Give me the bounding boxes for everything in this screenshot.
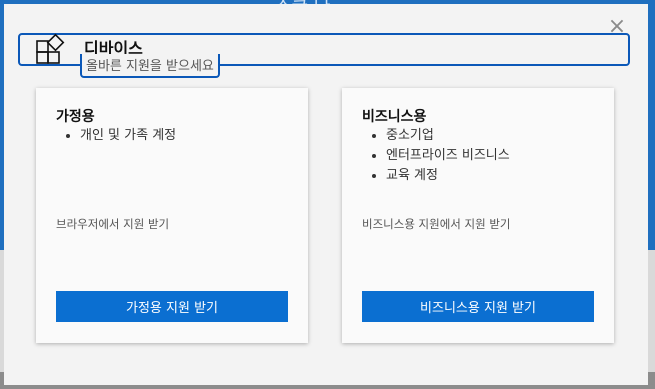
device-selector-header[interactable]: 디바이스 올바른 지원을 받으세요 xyxy=(18,33,630,78)
list-item: 개인 및 가족 계정 xyxy=(80,126,176,146)
list-item: 엔터프라이즈 비즈니스 xyxy=(386,146,510,166)
devices-icon xyxy=(36,33,65,64)
list-item: 교육 계정 xyxy=(386,166,510,186)
business-support-card: 비즈니스용 중소기업 엔터프라이즈 비즈니스 교육 계정 비즈니스용 지원에서 … xyxy=(342,88,614,343)
card-title: 비즈니스용 xyxy=(362,109,427,125)
card-feature-list: 개인 및 가족 계정 xyxy=(56,126,176,146)
card-description: 비즈니스용 지원에서 지원 받기 xyxy=(362,217,511,231)
home-support-card: 가정용 개인 및 가족 계정 브라우저에서 지원 받기 가정용 지원 받기 xyxy=(36,88,308,343)
card-title: 가정용 xyxy=(56,109,95,125)
support-dialog: × 디바이스 올바른 지원을 받으세요 가정용 개인 및 가족 계정 브라우저에… xyxy=(4,4,648,385)
list-item: 중소기업 xyxy=(386,126,510,146)
card-feature-list: 중소기업 엔터프라이즈 비즈니스 교육 계정 xyxy=(362,126,510,186)
dialog-subtitle: 올바른 지원을 받으세요 xyxy=(80,54,220,78)
home-support-button[interactable]: 가정용 지원 받기 xyxy=(56,291,288,322)
business-support-button[interactable]: 비즈니스용 지원 받기 xyxy=(362,291,594,322)
card-description: 브라우저에서 지원 받기 xyxy=(56,217,170,231)
